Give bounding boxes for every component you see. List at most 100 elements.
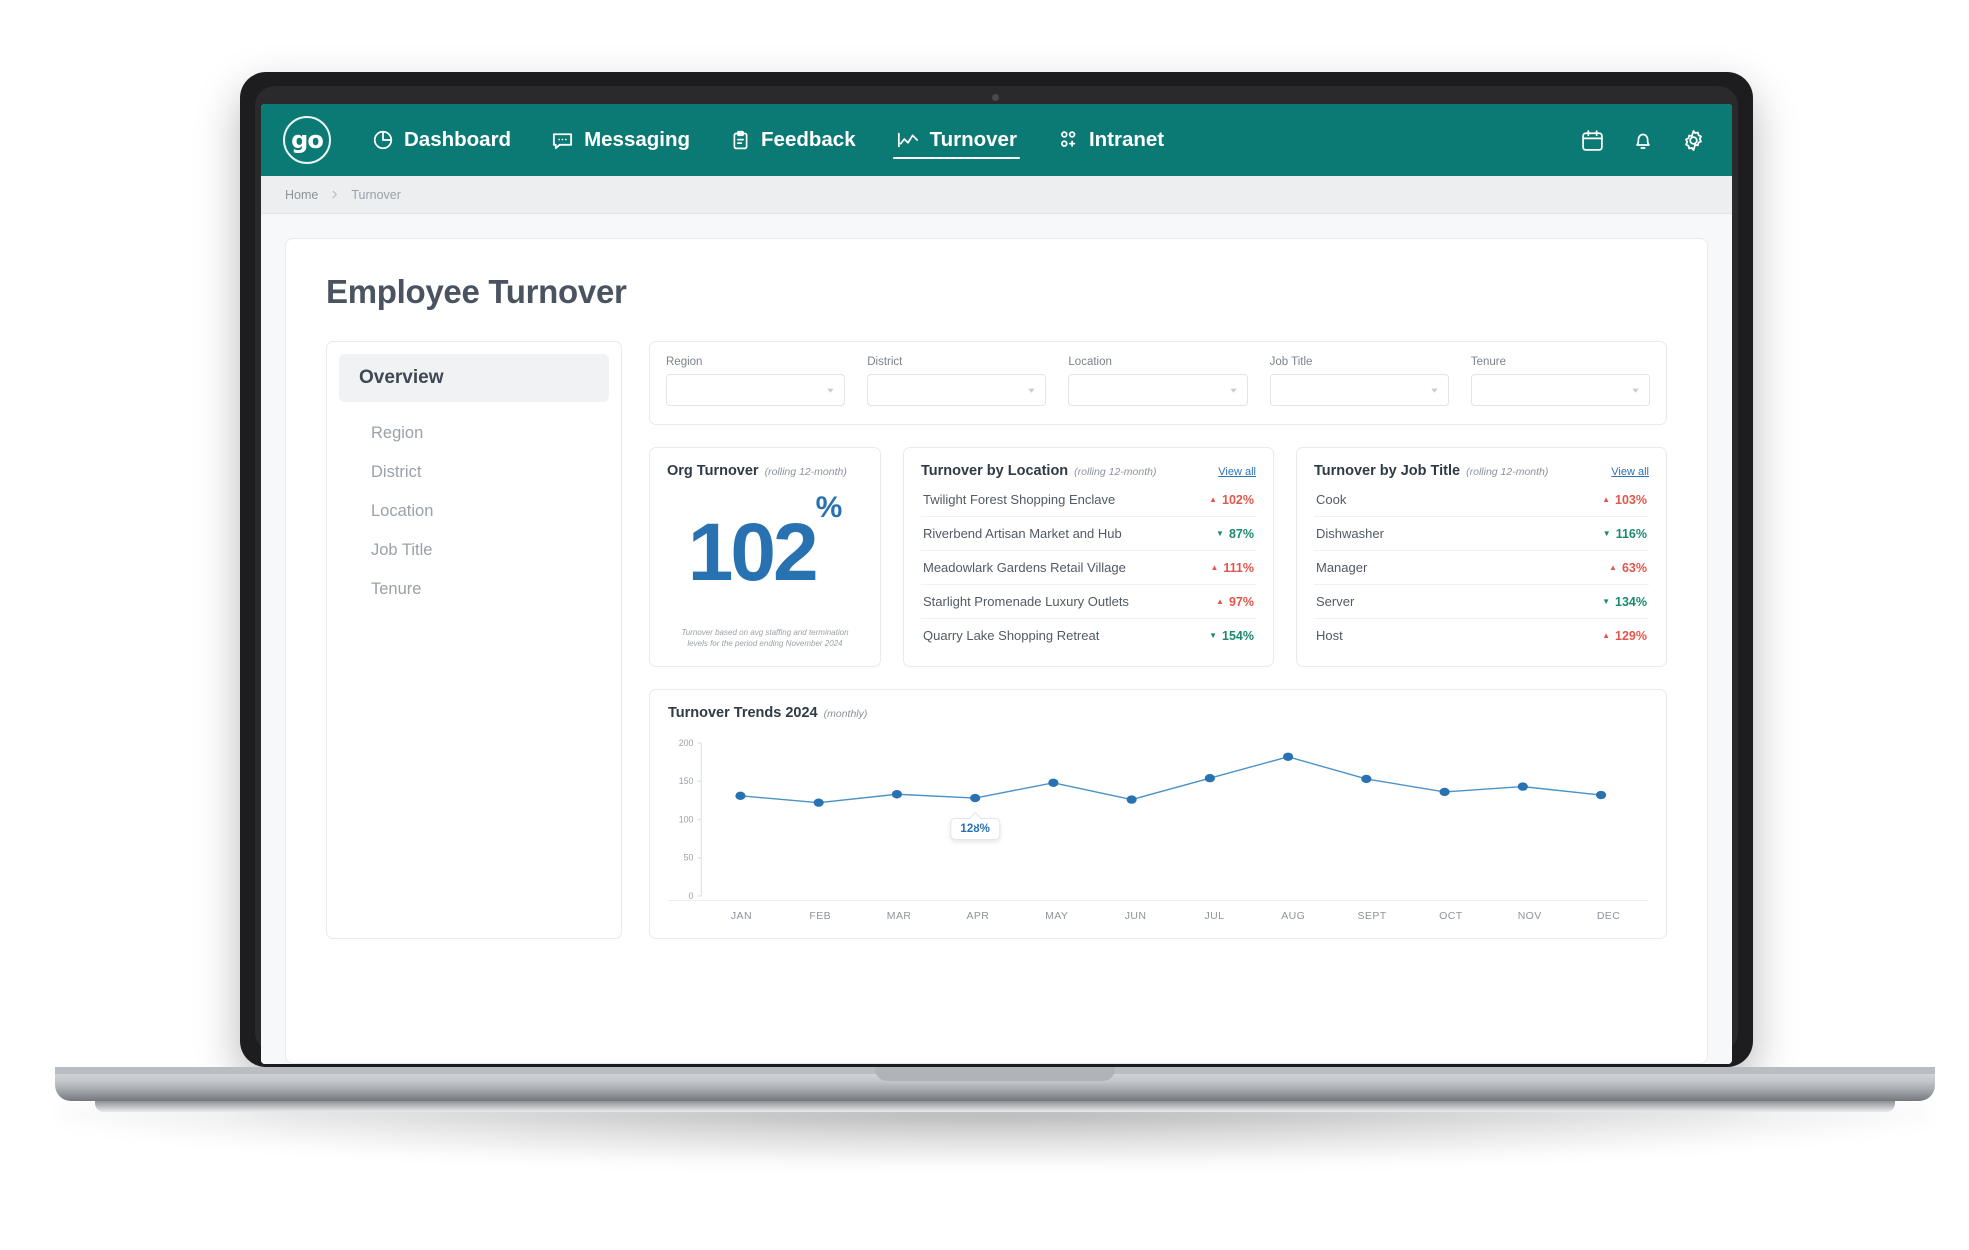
month-label: JUN (1124, 910, 1147, 922)
table-row[interactable]: Server ▼ 134% (1314, 585, 1649, 619)
org-turnover-unit: % (815, 491, 843, 524)
sidebar-item-tenure[interactable]: Tenure (339, 570, 609, 609)
card-title: Turnover by Location (921, 463, 1069, 479)
filter-location: Location (1068, 356, 1248, 406)
bell-icon[interactable] (1631, 128, 1655, 152)
tenure-select[interactable] (1470, 374, 1651, 406)
turnover-by-job-title-card: Turnover by Job Title (rolling 12-month)… (1296, 447, 1667, 667)
table-row[interactable]: Riverbend Artisan Market and Hub ▼ 87% (921, 517, 1256, 551)
table-row[interactable]: Cook ▲ 103% (1314, 483, 1649, 517)
nav-item-feedback[interactable]: Feedback (727, 104, 859, 176)
nav-label-feedback: Feedback (761, 128, 856, 151)
district-select[interactable] (867, 374, 1047, 406)
chart-subtitle: (monthly) (823, 708, 868, 720)
chevron-down-icon (825, 385, 836, 396)
svg-text:50: 50 (684, 853, 694, 863)
month-label: DEC (1596, 910, 1621, 922)
org-turnover-value-wrap: 102 % (667, 479, 863, 627)
filter-label: Job Title (1269, 356, 1313, 368)
month-label: APR (966, 910, 990, 922)
arrow-up-icon: ▲ (1216, 596, 1224, 606)
filter-job-title: Job Title (1269, 356, 1449, 406)
nav-label-turnover: Turnover (929, 128, 1017, 151)
month-label: FEB (809, 910, 832, 922)
arrow-up-icon: ▲ (1210, 562, 1219, 572)
location-name: Twilight Forest Shopping Enclave (923, 492, 1116, 507)
main-content: Region District Location Job Title Tenur… (649, 341, 1667, 939)
filter-label: Region (666, 356, 703, 368)
location-value: ▼ 87% (1216, 527, 1254, 541)
sidebar-item-label: Region (371, 424, 424, 442)
value-text: 116% (1615, 526, 1647, 541)
location-name: Meadowlark Gardens Retail Village (923, 560, 1126, 575)
month-label: OCT (1439, 910, 1463, 922)
job-title-value: ▲ 129% (1602, 629, 1647, 643)
people-icon (1057, 129, 1079, 151)
chevron-down-icon (1630, 385, 1641, 396)
table-row[interactable]: Host ▲ 129% (1314, 619, 1649, 652)
table-row[interactable]: Quarry Lake Shopping Retreat ▼ 154% (921, 619, 1256, 652)
arrow-down-icon: ▼ (1602, 528, 1611, 538)
card-title: Org Turnover (667, 463, 759, 479)
job-title-value: ▼ 116% (1603, 527, 1647, 541)
laptop-notch (875, 1067, 1115, 1081)
sidebar-item-job-title[interactable]: Job Title (339, 531, 609, 570)
nav-item-messaging[interactable]: Messaging (548, 104, 693, 176)
job-title-name: Cook (1316, 492, 1347, 507)
dashboard-pie-icon (372, 129, 394, 151)
region-select[interactable] (666, 374, 846, 406)
location-card-header: Turnover by Location (rolling 12-month) … (921, 463, 1256, 479)
laptop-foot (95, 1101, 1895, 1112)
sidebar-item-label: Overview (359, 367, 444, 388)
value-text: 97% (1228, 594, 1254, 609)
view-all-locations-link[interactable]: View all (1218, 466, 1256, 478)
calendar-icon[interactable] (1580, 128, 1605, 153)
value-text: 63% (1621, 560, 1647, 575)
table-row[interactable]: Meadowlark Gardens Retail Village ▲ 111% (921, 551, 1256, 585)
job-title-value: ▲ 103% (1602, 493, 1647, 507)
arrow-down-icon: ▼ (1216, 528, 1224, 538)
summary-cards-row: Org Turnover (rolling 12-month) 102 % Tu… (649, 447, 1667, 667)
breadcrumb: Home Turnover (261, 176, 1732, 214)
job-title-name: Host (1316, 628, 1343, 643)
chevron-down-icon (1429, 385, 1440, 396)
sidebar-item-region[interactable]: Region (339, 414, 609, 453)
job-title-select[interactable] (1269, 374, 1449, 406)
chevron-down-icon (1026, 385, 1037, 396)
filter-label: District (867, 356, 903, 368)
nav-actions (1580, 128, 1706, 153)
table-row[interactable]: Manager ▲ 63% (1314, 551, 1649, 585)
logo[interactable]: go (283, 116, 331, 164)
nav-item-turnover[interactable]: Turnover (892, 104, 1021, 176)
table-row[interactable]: Starlight Promenade Luxury Outlets ▲ 97% (921, 585, 1256, 619)
sidebar-item-overview[interactable]: Overview (339, 354, 609, 402)
sidebar-item-label: District (371, 463, 422, 481)
location-card-title-wrap: Turnover by Location (rolling 12-month) (921, 463, 1156, 479)
breadcrumb-home[interactable]: Home (285, 188, 318, 202)
filter-tenure: Tenure (1470, 356, 1651, 406)
gear-icon[interactable] (1681, 128, 1706, 153)
nav-item-dashboard[interactable]: Dashboard (369, 104, 514, 176)
job-title-name: Server (1316, 594, 1355, 609)
location-select[interactable] (1068, 374, 1248, 406)
sidebar-item-district[interactable]: District (339, 453, 609, 492)
laptop-shadow (60, 1104, 1930, 1164)
svg-text:200: 200 (679, 738, 694, 748)
arrow-up-icon: ▲ (1609, 562, 1617, 572)
sidebar-item-location[interactable]: Location (339, 492, 609, 531)
table-row[interactable]: Dishwasher ▼ 116% (1314, 517, 1649, 551)
webcam-icon (992, 94, 999, 101)
month-label: SEPT (1357, 910, 1387, 922)
value-text: 154% (1222, 628, 1254, 643)
chevron-right-icon (329, 189, 340, 200)
chart-title: Turnover Trends 2024 (668, 705, 818, 721)
job-title-value: ▼ 134% (1602, 595, 1647, 609)
value-text: 134% (1615, 594, 1647, 609)
month-label: NOV (1517, 910, 1542, 922)
nav-item-intranet[interactable]: Intranet (1054, 104, 1167, 176)
nav-label-messaging: Messaging (584, 128, 691, 151)
view-all-job-titles-link[interactable]: View all (1611, 466, 1649, 478)
filter-bar: Region District Location Job Title Tenur… (649, 341, 1667, 425)
chat-bubble-icon (551, 129, 574, 152)
table-row[interactable]: Twilight Forest Shopping Enclave ▲ 102% (921, 483, 1256, 517)
